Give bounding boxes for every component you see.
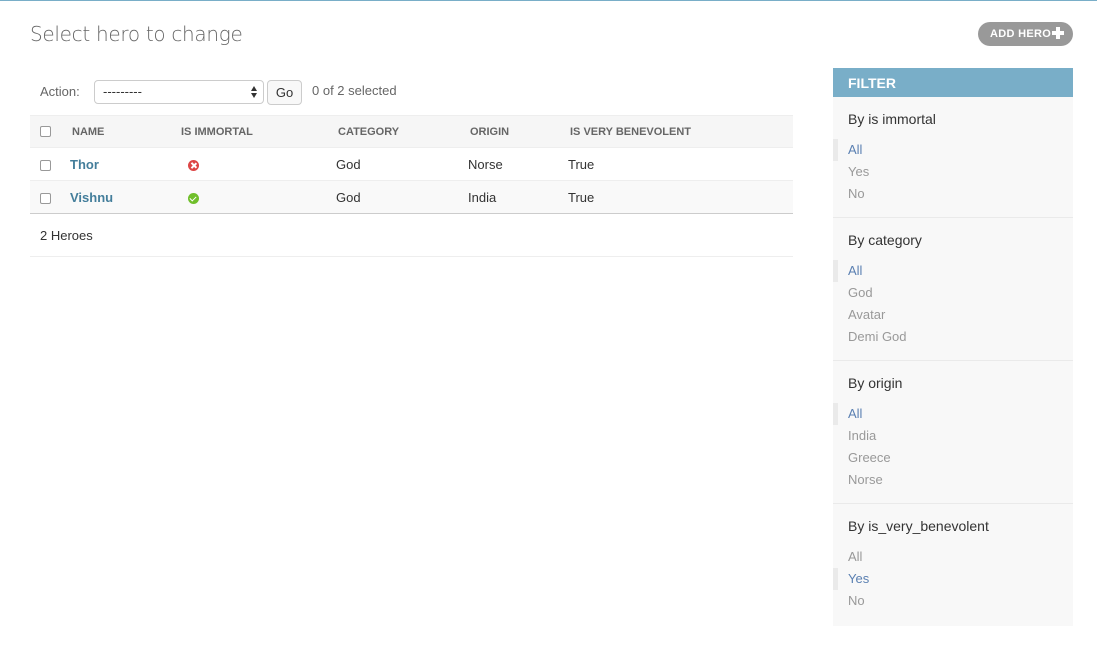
column-header-is-immortal[interactable]: IS IMMORTAL — [179, 115, 336, 148]
filter-title: FILTER — [833, 68, 1073, 97]
action-select-value: --------- — [103, 84, 142, 99]
page-title: Select hero to change — [30, 22, 243, 46]
plus-icon — [1052, 27, 1064, 39]
add-hero-button[interactable]: ADD HERO — [978, 22, 1073, 46]
is-very-benevolent-cell: True — [568, 180, 793, 214]
paginator: 2 Heroes — [30, 214, 793, 257]
filter-group-category: By category All God Avatar Demi God — [833, 218, 1073, 361]
selection-count: 0 of 2 selected — [312, 83, 397, 98]
row-checkbox[interactable] — [40, 159, 51, 171]
select-all-checkbox[interactable] — [40, 126, 51, 138]
filter-option[interactable]: No — [833, 183, 1073, 205]
column-header-origin[interactable]: ORIGIN — [468, 115, 568, 148]
hero-link[interactable]: Vishnu — [70, 190, 113, 205]
filter-group-title: By is immortal — [848, 111, 936, 127]
filter-option[interactable]: All — [833, 260, 1073, 282]
filter-group-origin: By origin All India Greece Norse — [833, 361, 1073, 504]
column-header-is-very-benevolent[interactable]: IS VERY BENEVOLENT — [568, 115, 793, 148]
filter-option[interactable]: Norse — [833, 469, 1073, 491]
is-immortal-cell — [179, 147, 336, 181]
select-arrows-icon — [251, 85, 258, 99]
category-cell: God — [336, 180, 468, 214]
filter-option[interactable]: All — [833, 403, 1073, 425]
filter-option[interactable]: Demi God — [833, 326, 1073, 348]
column-header-name[interactable]: NAME — [70, 115, 179, 148]
is-very-benevolent-cell: True — [568, 147, 793, 181]
add-hero-label: ADD HERO — [990, 28, 1052, 40]
top-border — [0, 0, 1097, 1]
is-immortal-cell — [179, 180, 336, 214]
row-checkbox[interactable] — [40, 192, 51, 204]
name-cell: Thor — [70, 147, 179, 181]
filter-option[interactable]: Yes — [833, 161, 1073, 183]
yes-icon — [188, 192, 199, 204]
filter-panel: FILTER By is immortal All Yes No By cate… — [833, 68, 1073, 626]
row-checkbox-cell — [30, 180, 70, 214]
results-table: NAME IS IMMORTAL CATEGORY ORIGIN IS VERY… — [30, 115, 793, 214]
column-header-category[interactable]: CATEGORY — [336, 115, 468, 148]
actions-bar: Action: --------- Go 0 of 2 selected — [30, 71, 793, 115]
filter-option[interactable]: Avatar — [833, 304, 1073, 326]
filter-option[interactable]: No — [833, 590, 1073, 612]
hero-link[interactable]: Thor — [70, 157, 99, 172]
go-button[interactable]: Go — [267, 80, 302, 105]
filter-option[interactable]: All — [833, 139, 1073, 161]
origin-cell: Norse — [468, 147, 568, 181]
filter-option[interactable]: Greece — [833, 447, 1073, 469]
filter-option[interactable]: All — [833, 546, 1073, 568]
filter-group-is-very-benevolent: By is_very_benevolent All Yes No — [833, 504, 1073, 624]
filter-option[interactable]: God — [833, 282, 1073, 304]
origin-cell: India — [468, 180, 568, 214]
filter-group-title: By origin — [848, 375, 903, 391]
filter-group-title: By category — [848, 232, 922, 248]
filter-group-is-immortal: By is immortal All Yes No — [833, 97, 1073, 218]
filter-group-title: By is_very_benevolent — [848, 518, 989, 534]
no-icon — [188, 159, 199, 171]
filter-option[interactable]: Yes — [833, 568, 1073, 590]
table-header-row: NAME IS IMMORTAL CATEGORY ORIGIN IS VERY… — [30, 115, 793, 148]
row-checkbox-cell — [30, 147, 70, 181]
select-all-cell — [30, 115, 70, 148]
table-row: Thor God Norse True — [30, 147, 793, 181]
action-select[interactable]: --------- — [94, 80, 264, 104]
action-label: Action: — [40, 84, 80, 99]
table-row: Vishnu God India True — [30, 180, 793, 214]
category-cell: God — [336, 147, 468, 181]
name-cell: Vishnu — [70, 180, 179, 214]
filter-option[interactable]: India — [833, 425, 1073, 447]
